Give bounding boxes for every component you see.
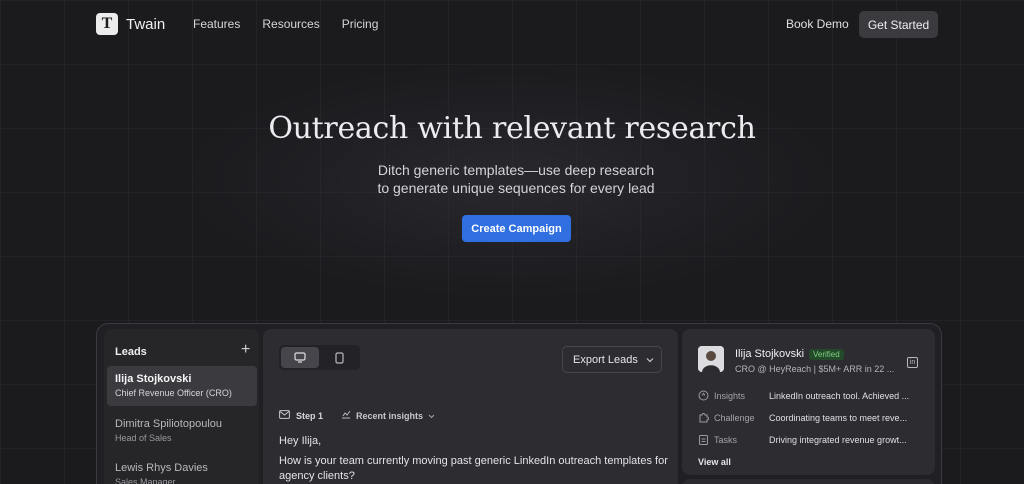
profile-row-insights: Insights LinkedIn outreach tool. Achieve… (698, 390, 923, 402)
recent-insights-dropdown[interactable]: Recent insights (341, 410, 435, 421)
lead-role: Sales Manager (115, 477, 176, 484)
linkedin-icon[interactable]: in (907, 357, 918, 368)
chevron-down-icon (428, 411, 435, 421)
nav-link-pricing[interactable]: Pricing (342, 17, 379, 31)
export-leads-label: Export Leads (573, 353, 638, 366)
leads-title: Leads (115, 346, 147, 358)
profile-row-tasks: Tasks Driving integrated revenue growt..… (698, 434, 923, 446)
next-profile-card (682, 479, 935, 484)
message-greeting: Hey Ilija, (279, 435, 322, 447)
lightbulb-icon (698, 390, 710, 402)
leads-panel: Leads + Ilija Stojkovski Chief Revenue O… (104, 329, 259, 484)
hero-subtitle-line-2: to generate unique sequences for every l… (377, 180, 655, 196)
avatar (698, 346, 724, 372)
get-started-button[interactable]: Get Started (859, 11, 938, 38)
lead-name: Dimitra Spiliotopoulou (115, 418, 222, 430)
brand-logo[interactable]: T Twain (96, 13, 165, 35)
app-preview: Leads + Ilija Stojkovski Chief Revenue O… (96, 323, 942, 484)
view-all-link[interactable]: View all (698, 457, 731, 467)
plus-icon[interactable]: + (241, 341, 250, 359)
nav-link-features[interactable]: Features (193, 17, 240, 31)
row-value: Driving integrated revenue growt... (769, 435, 907, 445)
puzzle-icon (698, 412, 710, 424)
view-toggle (279, 345, 360, 370)
mail-icon (279, 410, 290, 421)
verified-badge: Verified (809, 349, 844, 360)
lead-role: Chief Revenue Officer (CRO) (115, 388, 232, 398)
step-label: Step 1 (296, 410, 324, 421)
row-value: LinkedIn outreach tool. Achieved ... (769, 391, 910, 401)
composer-panel: Export Leads Step 1 Recent insights Hey … (263, 329, 678, 484)
top-nav: T Twain Features Resources Pricing Book … (0, 0, 1024, 48)
sparkle-icon (341, 410, 351, 421)
lead-role: Head of Sales (115, 433, 172, 443)
logo-mark-icon: T (96, 13, 118, 35)
create-campaign-button[interactable]: Create Campaign (462, 215, 571, 242)
hero-title: Outreach with relevant research (268, 111, 756, 146)
clipboard-icon (698, 434, 710, 446)
desktop-icon[interactable] (281, 347, 319, 368)
profile-name: Ilija Stojkovski (735, 348, 805, 360)
export-leads-dropdown[interactable]: Export Leads (562, 346, 662, 373)
message-body[interactable]: Hey Ilija, How is your team currently mo… (279, 434, 669, 484)
message-text: How is your team currently moving past g… (279, 455, 668, 482)
row-label: Insights (714, 391, 746, 401)
lead-item[interactable]: Dimitra Spiliotopoulou Head of Sales (107, 411, 257, 451)
lead-profile-card: Ilija Stojkovski Verified CRO @ HeyReach… (682, 329, 935, 475)
profile-tagline: CRO @ HeyReach | $5M+ ARR in 22 ... (735, 364, 895, 374)
chevron-down-icon (646, 354, 654, 366)
row-label: Challenge (714, 413, 755, 423)
row-label: Tasks (714, 435, 738, 445)
book-demo-link[interactable]: Book Demo (786, 17, 849, 31)
row-value: Coordinating teams to meet reve... (769, 413, 908, 423)
lead-item[interactable]: Lewis Rhys Davies Sales Manager (107, 455, 257, 484)
hero-subtitle-line-1: Ditch generic templates—use deep researc… (377, 162, 655, 178)
hero-subtitle: Ditch generic templates—use deep researc… (0, 161, 1024, 197)
brand-name: Twain (126, 15, 166, 33)
step-indicator[interactable]: Step 1 (279, 410, 323, 421)
nav-links: Features Resources Pricing (193, 17, 378, 31)
lead-name: Lewis Rhys Davies (115, 462, 208, 474)
profile-row-challenge: Challenge Coordinating teams to meet rev… (698, 412, 923, 424)
lead-item[interactable]: Ilija Stojkovski Chief Revenue Officer (… (107, 366, 257, 406)
lead-name: Ilija Stojkovski (115, 373, 192, 385)
nav-link-resources[interactable]: Resources (262, 17, 319, 31)
mobile-icon[interactable] (320, 347, 358, 368)
recent-insights-label: Recent insights (356, 410, 424, 421)
